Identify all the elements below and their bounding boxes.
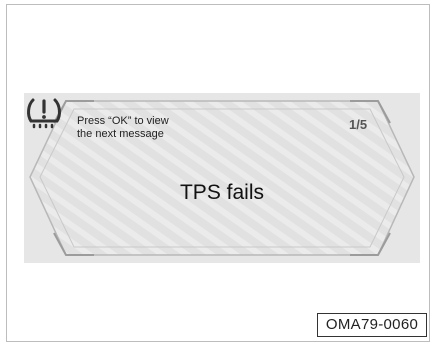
- page-indicator: 1/5: [349, 117, 368, 132]
- warning-message: TPS fails: [179, 181, 265, 204]
- figure-code-label: OMA79-0060: [317, 313, 427, 337]
- tpms-warning-icon: [27, 98, 61, 129]
- ok-hint-text: Press “OK” to view the next message: [77, 115, 169, 140]
- cluster-display: Press “OK” to view the next message 1/5 …: [24, 93, 420, 263]
